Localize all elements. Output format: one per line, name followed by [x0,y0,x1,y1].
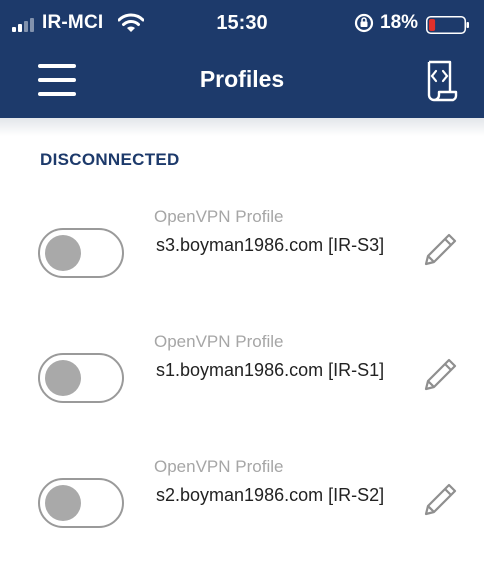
pencil-icon [424,233,457,266]
import-profile-icon [427,60,458,102]
profile-item: OpenVPN Profile s3.boyman1986.com [IR-S3… [0,207,484,327]
header-shadow [0,118,484,136]
section-title: DISCONNECTED [40,150,180,169]
edit-profile-button[interactable] [412,348,468,404]
profile-name: s1.boyman1986.com [IR-S1] [156,360,385,380]
nav-bar: Profiles [0,44,484,118]
pencil-icon [424,358,457,391]
import-profile-button[interactable] [412,52,468,108]
toggle-knob [45,360,81,396]
connect-toggle[interactable] [38,353,124,403]
profile-type-label: OpenVPN Profile [154,207,284,226]
app-header: IR-MCI 15:30 18% Profiles [0,0,484,118]
status-bar: IR-MCI 15:30 18% [0,0,484,44]
toggle-knob [45,485,81,521]
profile-type-label: OpenVPN Profile [154,332,284,351]
profile-item: OpenVPN Profile s1.boyman1986.com [IR-S1… [0,332,484,452]
edit-profile-button[interactable] [412,473,468,529]
toggle-knob [45,235,81,271]
battery-icon [426,16,469,34]
connect-toggle[interactable] [38,228,124,278]
profile-name: s2.boyman1986.com [IR-S2] [156,485,385,505]
connect-toggle[interactable] [38,478,124,528]
profile-name: s3.boyman1986.com [IR-S3] [156,235,385,255]
battery-percent: 18% [380,12,419,33]
profile-type-label: OpenVPN Profile [154,457,284,476]
pencil-icon [424,483,457,516]
profile-item: OpenVPN Profile s2.boyman1986.com [IR-S2… [0,457,484,577]
rotation-lock-icon [354,13,374,33]
edit-profile-button[interactable] [412,223,468,279]
